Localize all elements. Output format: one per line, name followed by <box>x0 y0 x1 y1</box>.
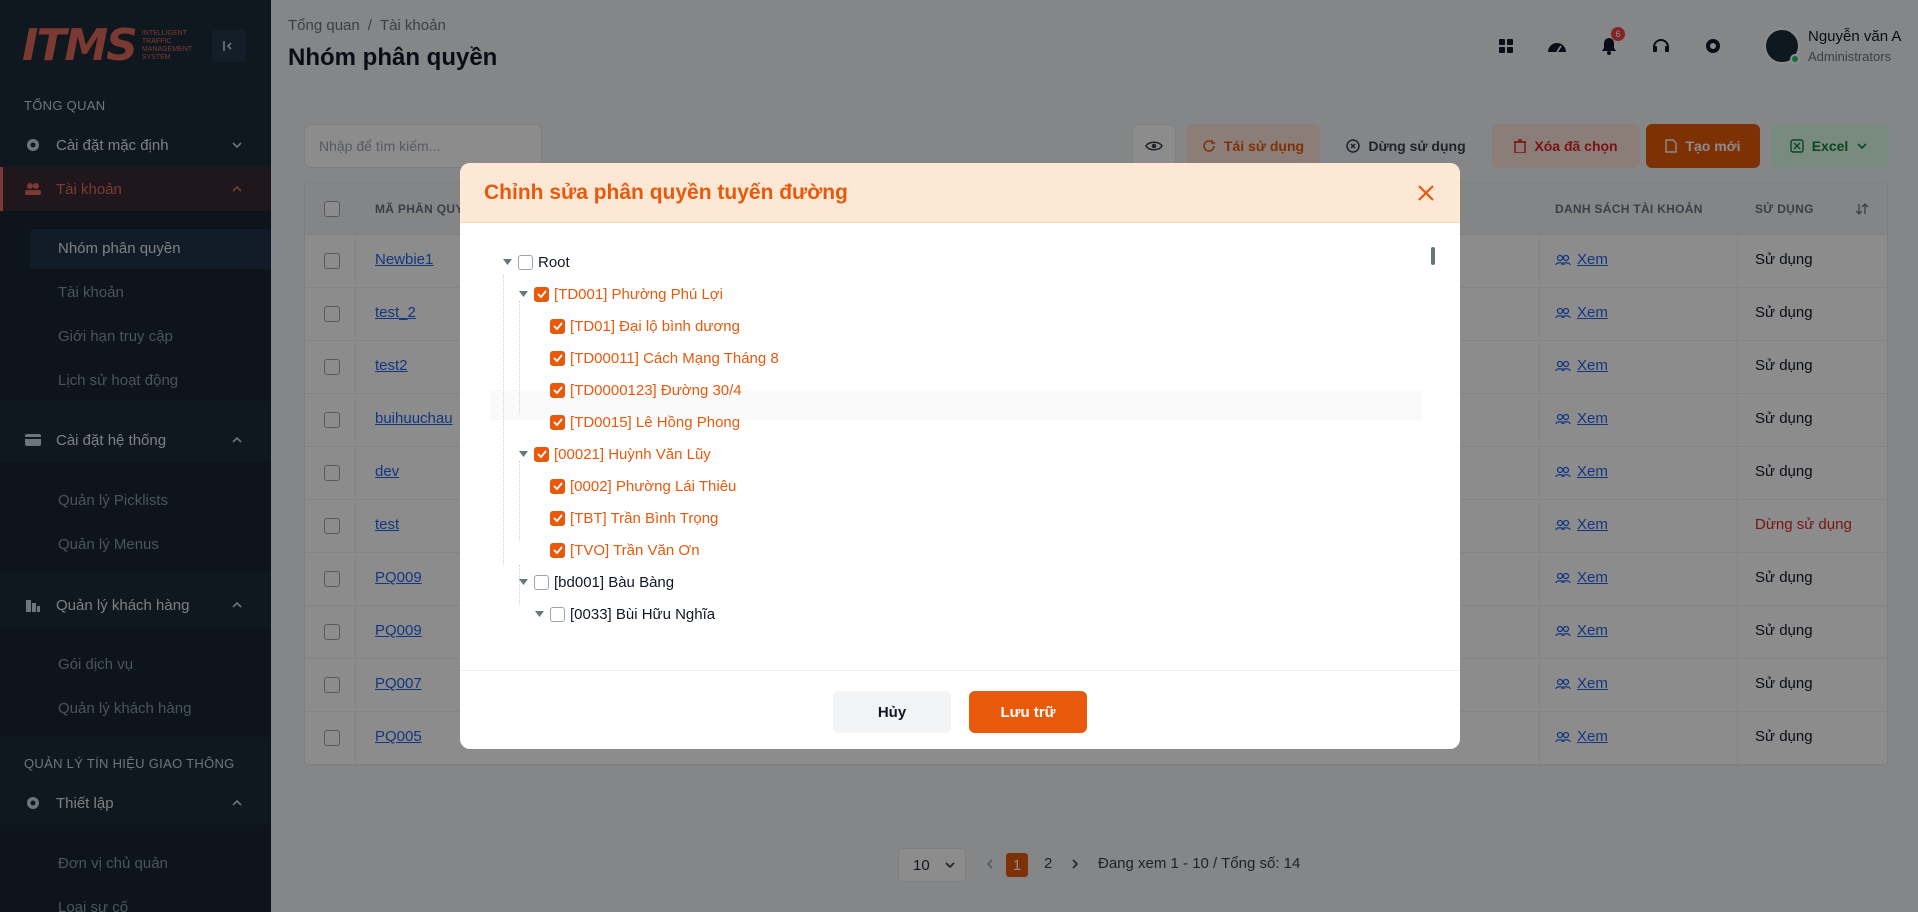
save-button[interactable]: Lưu trữ <box>969 691 1087 733</box>
tree-node[interactable]: [TVO] Trần Văn Ơn <box>534 538 700 562</box>
tree-checkbox[interactable] <box>534 286 549 302</box>
caret-down-icon[interactable] <box>534 609 544 619</box>
tree-guide-line <box>519 461 520 541</box>
tree-node-label: [TD01] Đại lộ bình dương <box>570 317 740 335</box>
tree-checkbox[interactable] <box>550 542 565 558</box>
modal-body: Root [TD001] Phường Phú Lợi [TD01] Đại lộ … <box>460 223 1460 670</box>
cancel-button[interactable]: Hủy <box>833 691 951 733</box>
tree-node-label: [TD00011] Cách Mạng Tháng 8 <box>570 349 779 367</box>
tree-node[interactable]: [0002] Phường Lái Thiêu <box>534 474 736 498</box>
check-icon <box>552 418 563 426</box>
tree-checkbox[interactable] <box>550 606 565 622</box>
check-icon <box>552 514 563 522</box>
tree-node[interactable]: Root <box>502 250 570 274</box>
tree-node-label: Root <box>538 253 570 271</box>
tree-node[interactable]: [TD001] Phường Phú Lợi <box>518 282 723 306</box>
tree-node[interactable]: [TD0000123] Đường 30/4 <box>534 378 742 402</box>
tree-checkbox[interactable] <box>534 446 549 462</box>
check-icon <box>552 482 563 490</box>
modal-title: Chỉnh sửa phân quyền tuyến đường <box>484 181 848 204</box>
tree-checkbox[interactable] <box>518 254 533 270</box>
tree-checkbox[interactable] <box>550 318 565 334</box>
tree-node[interactable]: [TD00011] Cách Mạng Tháng 8 <box>534 346 779 370</box>
check-icon <box>552 386 563 394</box>
caret-down-icon[interactable] <box>518 449 528 459</box>
caret-down-icon[interactable] <box>518 289 528 299</box>
tree-node[interactable]: [bd001] Bàu Bàng <box>518 570 674 594</box>
check-icon <box>552 354 563 362</box>
check-icon <box>552 546 563 554</box>
tree-node-label: [bd001] Bàu Bàng <box>554 573 675 591</box>
tree-checkbox[interactable] <box>550 382 565 398</box>
tree-node[interactable]: [TD01] Đại lộ bình dương <box>534 314 740 338</box>
tree-checkbox[interactable] <box>550 510 565 526</box>
modal-footer: Hủy Lưu trữ <box>460 670 1460 749</box>
tree-node-label: [TBT] Trần Bình Trọng <box>570 509 719 527</box>
tree-node[interactable]: [TD0015] Lê Hồng Phong <box>534 410 740 434</box>
check-icon <box>536 290 547 298</box>
tree-node-label: [TD0000123] Đường 30/4 <box>570 381 742 399</box>
check-icon <box>552 322 563 330</box>
tree-checkbox[interactable] <box>550 478 565 494</box>
modal-scrollbar[interactable] <box>1431 247 1435 265</box>
tree-node-label: [0033] Bùi Hữu Nghĩa <box>570 605 716 623</box>
caret-down-icon[interactable] <box>502 257 512 267</box>
tree-node-label: [0002] Phường Lái Thiêu <box>570 477 737 495</box>
tree-node[interactable]: [0033] Bùi Hữu Nghĩa <box>534 602 715 626</box>
tree-node-label: [TD001] Phường Phú Lợi <box>554 285 723 303</box>
tree-node[interactable]: [TBT] Trần Bình Trọng <box>534 506 718 530</box>
tree-node-label: [00021] Huỳnh Văn Lũy <box>554 445 711 463</box>
close-icon[interactable] <box>1414 181 1438 205</box>
modal-header: Chỉnh sửa phân quyền tuyến đường <box>460 163 1460 223</box>
caret-down-icon[interactable] <box>518 577 528 587</box>
tree-checkbox[interactable] <box>550 414 565 430</box>
tree-guide-line <box>503 275 504 565</box>
tree-checkbox[interactable] <box>550 350 565 366</box>
tree-guide-line <box>519 301 520 413</box>
tree-node-label: [TD0015] Lê Hồng Phong <box>570 413 741 431</box>
tree-checkbox[interactable] <box>534 574 549 590</box>
tree-node[interactable]: [00021] Huỳnh Văn Lũy <box>518 442 711 466</box>
edit-route-permissions-modal: Chỉnh sửa phân quyền tuyến đường Root [TD… <box>460 163 1460 749</box>
check-icon <box>536 450 547 458</box>
tree-node-label: [TVO] Trần Văn Ơn <box>570 541 700 559</box>
